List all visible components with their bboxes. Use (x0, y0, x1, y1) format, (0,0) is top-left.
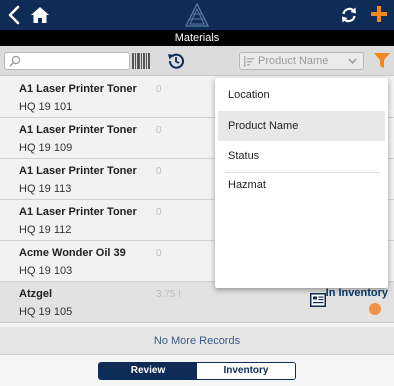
search-icon (9, 55, 21, 67)
item-quantity: 0 (156, 248, 162, 259)
item-name: Atzgel (19, 288, 52, 300)
search-input[interactable] (4, 52, 130, 70)
sort-option-product-name[interactable]: Product Name (218, 111, 385, 141)
view-tabs: Review Inventory (98, 362, 296, 380)
sort-select-value: Product Name (258, 55, 329, 67)
item-name: A1 Laser Printer Toner (19, 83, 137, 95)
filter-icon[interactable] (374, 52, 390, 69)
chevron-down-icon (348, 58, 357, 65)
no-more-records: No More Records (0, 327, 394, 355)
item-name: A1 Laser Printer Toner (19, 206, 137, 218)
sort-icon (244, 56, 254, 67)
home-icon[interactable] (30, 5, 50, 25)
sort-option-hazmat[interactable]: Hazmat (218, 170, 385, 200)
item-quantity: 0 (156, 166, 162, 177)
plus-icon[interactable] (370, 5, 388, 23)
item-code: HQ 19 113 (19, 183, 72, 195)
refresh-icon[interactable] (340, 6, 358, 24)
tab-review[interactable]: Review (99, 363, 197, 379)
back-icon[interactable] (6, 4, 22, 26)
item-name: A1 Laser Printer Toner (19, 124, 137, 136)
history-icon[interactable] (166, 51, 186, 71)
page-title: Materials (0, 30, 394, 46)
item-code: HQ 19 103 (19, 265, 73, 277)
toolbar: Product Name (0, 46, 394, 76)
list-item[interactable]: Atzgel HQ 19 105 3.75 l In Inventory (0, 282, 394, 323)
barcode-icon[interactable] (131, 51, 151, 71)
top-nav-bar (0, 0, 394, 30)
sort-option-location[interactable]: Location (218, 80, 385, 110)
item-quantity: 0 (156, 125, 162, 136)
item-code: HQ 19 112 (19, 224, 72, 236)
status-badge: In Inventory (325, 287, 388, 299)
sort-dropdown-menu: Location Product Name Status Hazmat (215, 78, 388, 288)
item-quantity: 3.75 l (156, 289, 181, 300)
item-code: HQ 19 101 (19, 101, 73, 113)
status-dot (369, 303, 381, 315)
tab-inventory[interactable]: Inventory (197, 363, 295, 379)
item-quantity: 0 (156, 84, 162, 95)
document-icon[interactable] (310, 293, 326, 307)
logo-icon (184, 2, 210, 27)
item-name: Acme Wonder Oil 39 (19, 247, 126, 259)
item-quantity: 0 (156, 207, 162, 218)
sort-select[interactable]: Product Name (239, 52, 364, 70)
item-code: HQ 19 109 (19, 142, 73, 154)
item-name: A1 Laser Printer Toner (19, 165, 137, 177)
item-code: HQ 19 105 (19, 306, 73, 318)
sort-option-status[interactable]: Status (218, 141, 385, 171)
